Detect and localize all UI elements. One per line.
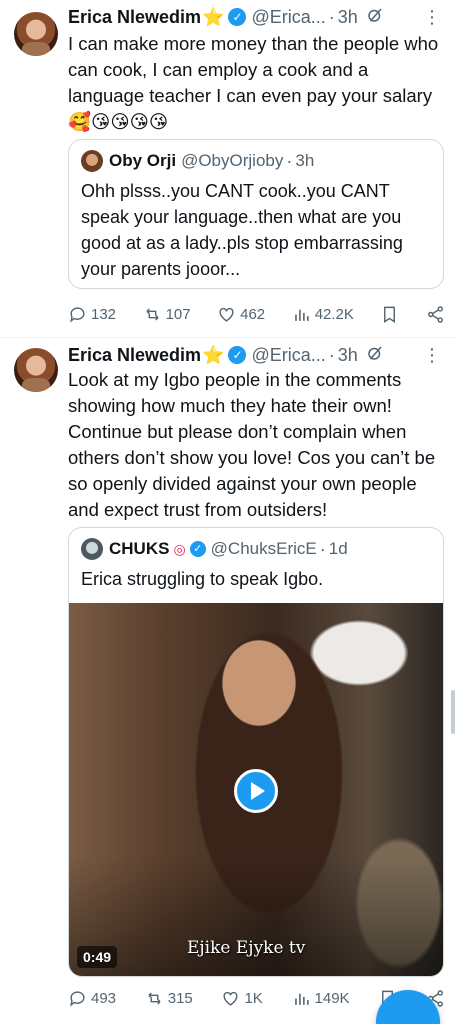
quoted-author-avatar [81,538,103,560]
like-button[interactable]: 1K [221,989,263,1008]
tweet-header: Erica Nlewedim ⭐ ✓ @Erica... · 3h ⋮ [68,343,445,367]
author-avatar[interactable] [14,12,58,56]
bookmark-button[interactable] [380,305,399,324]
star-emoji: ⭐ [202,6,225,27]
quoted-tweet-header: CHUKS ◎ ✓ @ChuksEricE · 1d [81,538,433,560]
verified-icon: ✓ [189,541,206,557]
quoted-tweet-text: Ohh plsss..you CANT cook..you CANT speak… [81,181,403,279]
views-button[interactable]: 42.2K [292,305,354,324]
quoted-author-handle: @ChuksEricE [210,539,317,558]
author-handle[interactable]: @Erica... [251,7,325,28]
views-chart-icon [294,309,309,321]
reply-count: 132 [91,305,117,323]
view-count: 149K [314,989,350,1007]
video-duration: 0:49 [77,946,118,968]
repost-count: 107 [165,305,191,323]
heart-icon [219,307,234,322]
bookmark-icon [384,306,396,323]
repost-count: 315 [167,989,193,1007]
video-player[interactable]: Ejike Ejyke tv 0:49 [69,603,443,976]
more-options-icon[interactable]: ⋮ [423,345,441,366]
verified-icon: ✓ [228,346,247,364]
grok-icon[interactable] [366,344,384,367]
play-icon [251,782,265,800]
quoted-author-name: Oby Orji [109,151,177,170]
quoted-tweet[interactable]: CHUKS ◎ ✓ @ChuksEricE · 1d Erica struggl… [68,527,444,977]
repost-icon [148,991,161,1005]
like-count: 462 [240,305,266,323]
author-name[interactable]: Erica Nlewedim [68,345,201,366]
tweet-header: Erica Nlewedim ⭐ ✓ @Erica... · 3h ⋮ [68,5,445,29]
quoted-timestamp: 1d [328,539,348,558]
reply-icon [70,990,85,1007]
quoted-tweet-text: Erica struggling to speak Igbo. [81,569,324,589]
quoted-author-avatar [81,150,103,172]
repost-button[interactable]: 107 [143,305,191,324]
tweet-text: Look at my Igbo people in the comments s… [68,369,436,520]
scrollbar-thumb[interactable] [451,690,455,734]
share-button[interactable] [426,305,445,324]
repost-button[interactable]: 315 [145,989,193,1008]
timestamp[interactable]: 3h [338,7,358,28]
quoted-tweet-header: Oby Orji @ObyOrjioby · 3h [81,150,433,172]
separator-dot: · [328,6,335,27]
view-count: 42.2K [314,305,354,323]
tweet-1[interactable]: Erica Nlewedim ⭐ ✓ @Erica... · 3h ⋮ I ca… [0,0,457,338]
reply-icon [70,306,85,323]
tweet-2[interactable]: Erica Nlewedim ⭐ ✓ @Erica... · 3h ⋮ Look… [0,338,457,1024]
tweet-text: I can make more money than the people wh… [68,33,439,132]
separator-dot: · [328,344,335,365]
action-bar: 132 107 462 42.2K [68,302,445,326]
repost-icon [146,307,159,321]
views-chart-icon [294,993,309,1005]
like-button[interactable]: 462 [217,305,265,324]
like-count: 1K [244,989,263,1007]
video-gradient [69,856,443,976]
grok-icon[interactable] [366,6,384,29]
separator-dot: · [286,150,293,171]
quoted-timestamp: 3h [295,151,315,170]
reply-button[interactable]: 132 [68,305,116,324]
quoted-author-name: CHUKS [109,539,170,558]
play-button[interactable] [234,769,278,813]
timestamp[interactable]: 3h [338,345,358,366]
video-watermark: Ejike Ejyke tv [187,938,306,958]
author-handle[interactable]: @Erica... [251,345,325,366]
author-name[interactable]: Erica Nlewedim [68,7,201,28]
more-options-icon[interactable]: ⋮ [423,7,441,28]
reply-count: 493 [91,989,117,1007]
star-emoji: ⭐ [202,344,225,365]
author-avatar[interactable] [14,348,58,392]
heart-icon [223,991,239,1006]
spiral-emoji-icon: ◎ [173,540,186,557]
quoted-author-handle: @ObyOrjioby [181,151,284,170]
views-button[interactable]: 149K [292,989,350,1008]
separator-dot: · [319,538,326,559]
quoted-tweet[interactable]: Oby Orji @ObyOrjioby · 3h Ohh plsss..you… [68,139,444,289]
share-icon [428,305,443,323]
reply-button[interactable]: 493 [68,989,116,1008]
verified-icon: ✓ [228,8,247,26]
